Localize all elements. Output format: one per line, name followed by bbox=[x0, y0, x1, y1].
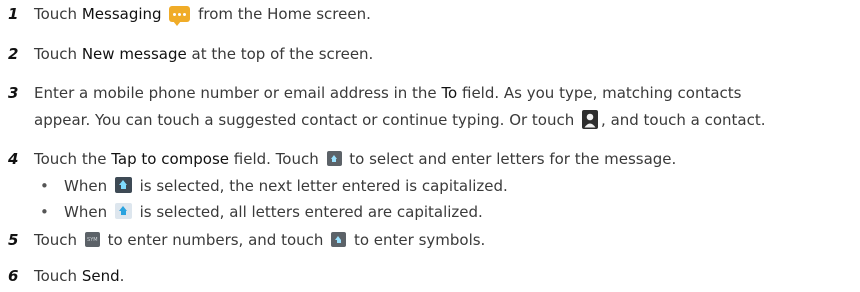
step-6: 6 Touch Send. bbox=[8, 264, 124, 289]
step-number: 4 bbox=[8, 150, 19, 168]
step-3-continued: appear. You can touch a suggested contac… bbox=[34, 108, 766, 133]
step-4-bullet-1: • When is selected, the next letter enter… bbox=[40, 174, 508, 199]
step-4-bullet-2: • When is selected, all letters entered a… bbox=[40, 200, 483, 225]
bullet: • bbox=[40, 177, 49, 195]
step-number: 2 bbox=[8, 45, 19, 63]
step-text: from the Home screen. bbox=[193, 5, 371, 23]
shift-once-icon bbox=[114, 177, 132, 193]
contact-icon bbox=[582, 110, 599, 129]
step-text: to enter symbols. bbox=[349, 231, 486, 249]
step-2: 2 Touch New message at the top of the scr… bbox=[8, 42, 373, 67]
step-text: field. Touch bbox=[229, 150, 324, 168]
step-text: to select and enter letters for the mess… bbox=[344, 150, 677, 168]
step-text: field. As you type, matching contacts bbox=[457, 84, 742, 102]
messaging-app-icon bbox=[169, 6, 191, 26]
step-text: Touch bbox=[34, 45, 82, 63]
keyboard-icon bbox=[326, 151, 342, 166]
sym-key-icon: SYM bbox=[84, 232, 100, 247]
instructions: 1 Touch Messaging from the Home screen. 2… bbox=[0, 0, 860, 292]
ui-term: Messaging bbox=[81, 5, 162, 23]
ui-term: Send bbox=[81, 267, 120, 285]
step-text: Touch bbox=[34, 267, 82, 285]
step-number: 6 bbox=[8, 267, 19, 285]
ui-term: To bbox=[441, 84, 458, 102]
step-number: 5 bbox=[8, 231, 19, 249]
step-text: . bbox=[119, 267, 125, 285]
ui-term: Tap to compose bbox=[111, 150, 229, 168]
step-text: at the top of the screen. bbox=[186, 45, 374, 63]
step-text: Enter a mobile phone number or email add… bbox=[34, 84, 442, 102]
step-text: appear. You can touch a suggested contac… bbox=[34, 111, 580, 129]
step-1: 1 Touch Messaging from the Home screen. bbox=[8, 2, 371, 27]
step-text: , and touch a contact. bbox=[601, 111, 766, 129]
shift-lock-icon bbox=[114, 203, 132, 219]
step-number: 3 bbox=[8, 84, 19, 102]
step-number: 1 bbox=[8, 5, 19, 23]
keyboard-icon bbox=[331, 232, 347, 247]
ui-term: New message bbox=[81, 45, 187, 63]
bullet-text: is selected, all letters entered are cap… bbox=[134, 203, 483, 221]
bullet-text: When bbox=[64, 203, 112, 221]
bullet-text: When bbox=[64, 177, 112, 195]
step-4: 4 Touch the Tap to compose field. Touch t… bbox=[8, 147, 676, 172]
step-text: Touch bbox=[34, 5, 82, 23]
sym-key-label: SYM bbox=[87, 237, 98, 243]
step-text: to enter numbers, and touch bbox=[102, 231, 329, 249]
step-3: 3 Enter a mobile phone number or email ad… bbox=[8, 81, 741, 106]
step-text: Touch bbox=[34, 231, 82, 249]
bullet: • bbox=[40, 203, 49, 221]
step-5: 5 Touch SYM to enter numbers, and touch t… bbox=[8, 228, 485, 253]
step-text: Touch the bbox=[34, 150, 112, 168]
bullet-text: is selected, the next letter entered is … bbox=[134, 177, 508, 195]
